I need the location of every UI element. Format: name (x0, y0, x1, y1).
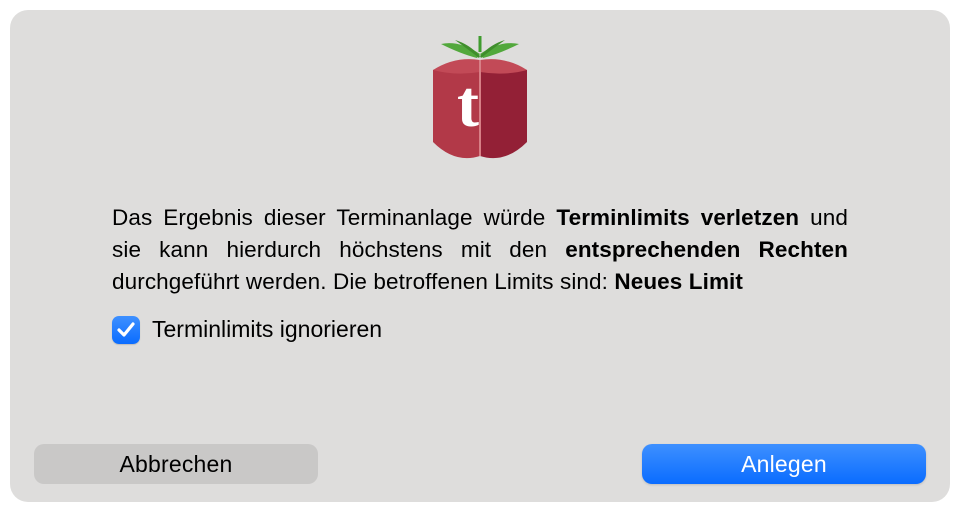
app-icon-container: t (34, 36, 926, 166)
button-row: Abbrechen Anlegen (34, 444, 926, 484)
dialog-message: Das Ergebnis dieser Terminanlage würde T… (34, 202, 926, 298)
dialog: t Das Ergebnis dieser Terminanlage würde… (10, 10, 950, 502)
message-text: Das Ergebnis dieser Terminanlage würde (112, 205, 556, 230)
ignore-limits-checkbox[interactable] (112, 316, 140, 344)
ignore-limits-checkbox-row[interactable]: Terminlimits ignorieren (34, 316, 926, 344)
checkmark-icon (116, 320, 136, 340)
message-bold-2: entsprechenden Rechten (565, 237, 848, 262)
ignore-limits-label: Terminlimits ignorieren (152, 316, 382, 343)
message-bold-1: Terminlimits verletzen (556, 205, 799, 230)
tomato-app-icon: t (419, 36, 541, 166)
cancel-button[interactable]: Abbrechen (34, 444, 318, 484)
svg-text:t: t (457, 68, 479, 141)
confirm-button[interactable]: Anlegen (642, 444, 926, 484)
message-text: durchgeführt werden. Die betroffenen Lim… (112, 269, 614, 294)
message-bold-3: Neues Limit (614, 269, 743, 294)
